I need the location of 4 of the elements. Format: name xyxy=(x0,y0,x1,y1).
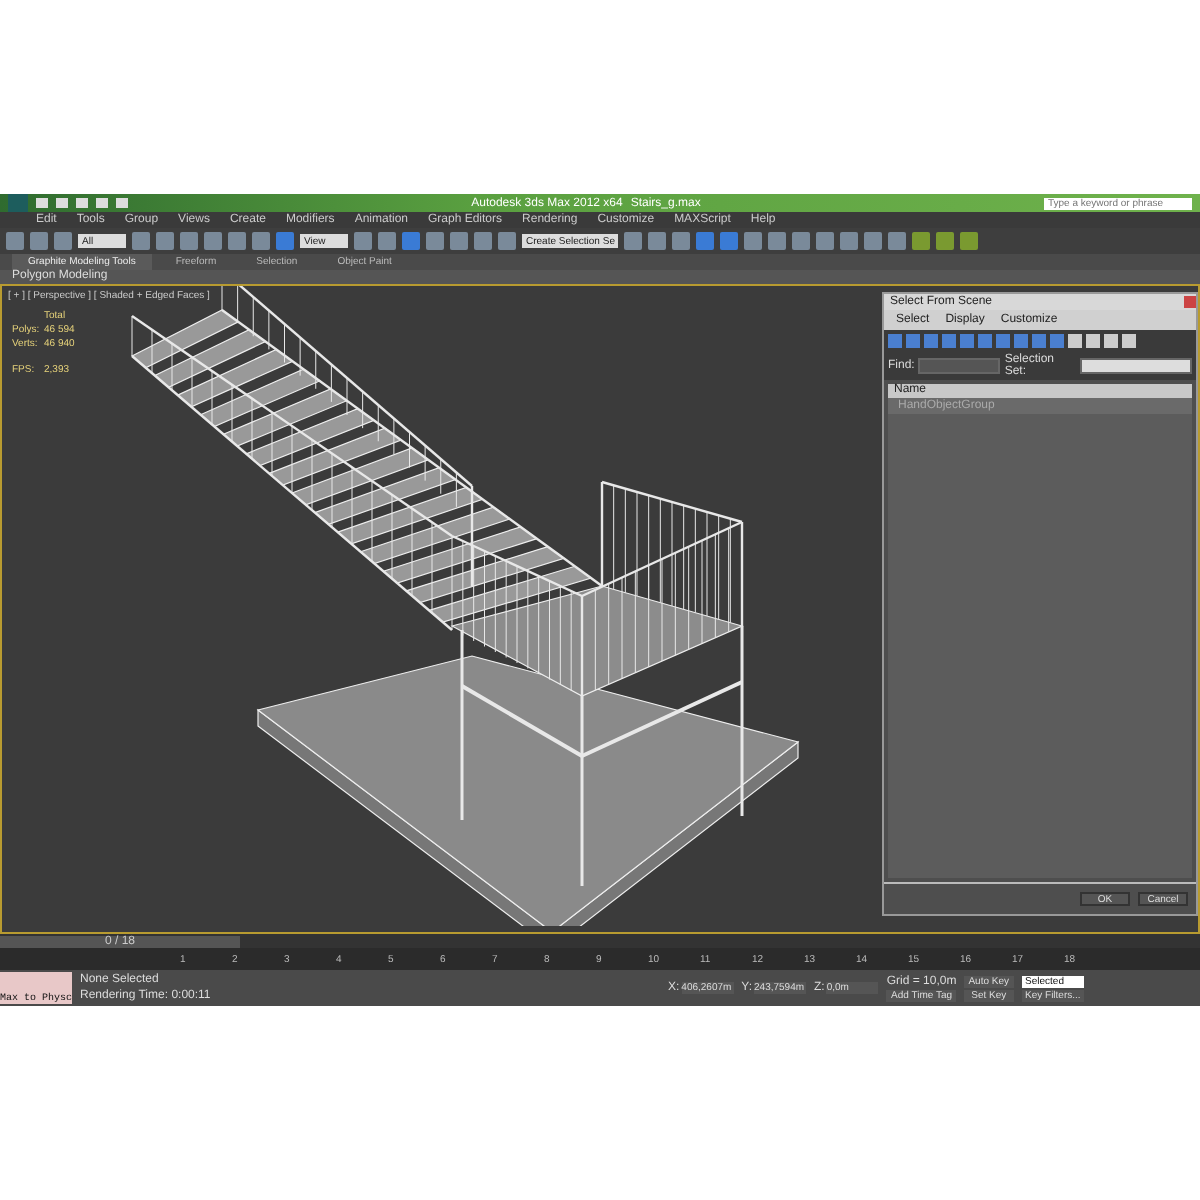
app-logo-icon[interactable] xyxy=(8,194,28,212)
selection-set-dropdown[interactable] xyxy=(1080,358,1192,374)
close-button[interactable] xyxy=(1184,296,1196,308)
find-field[interactable] xyxy=(918,358,1001,374)
